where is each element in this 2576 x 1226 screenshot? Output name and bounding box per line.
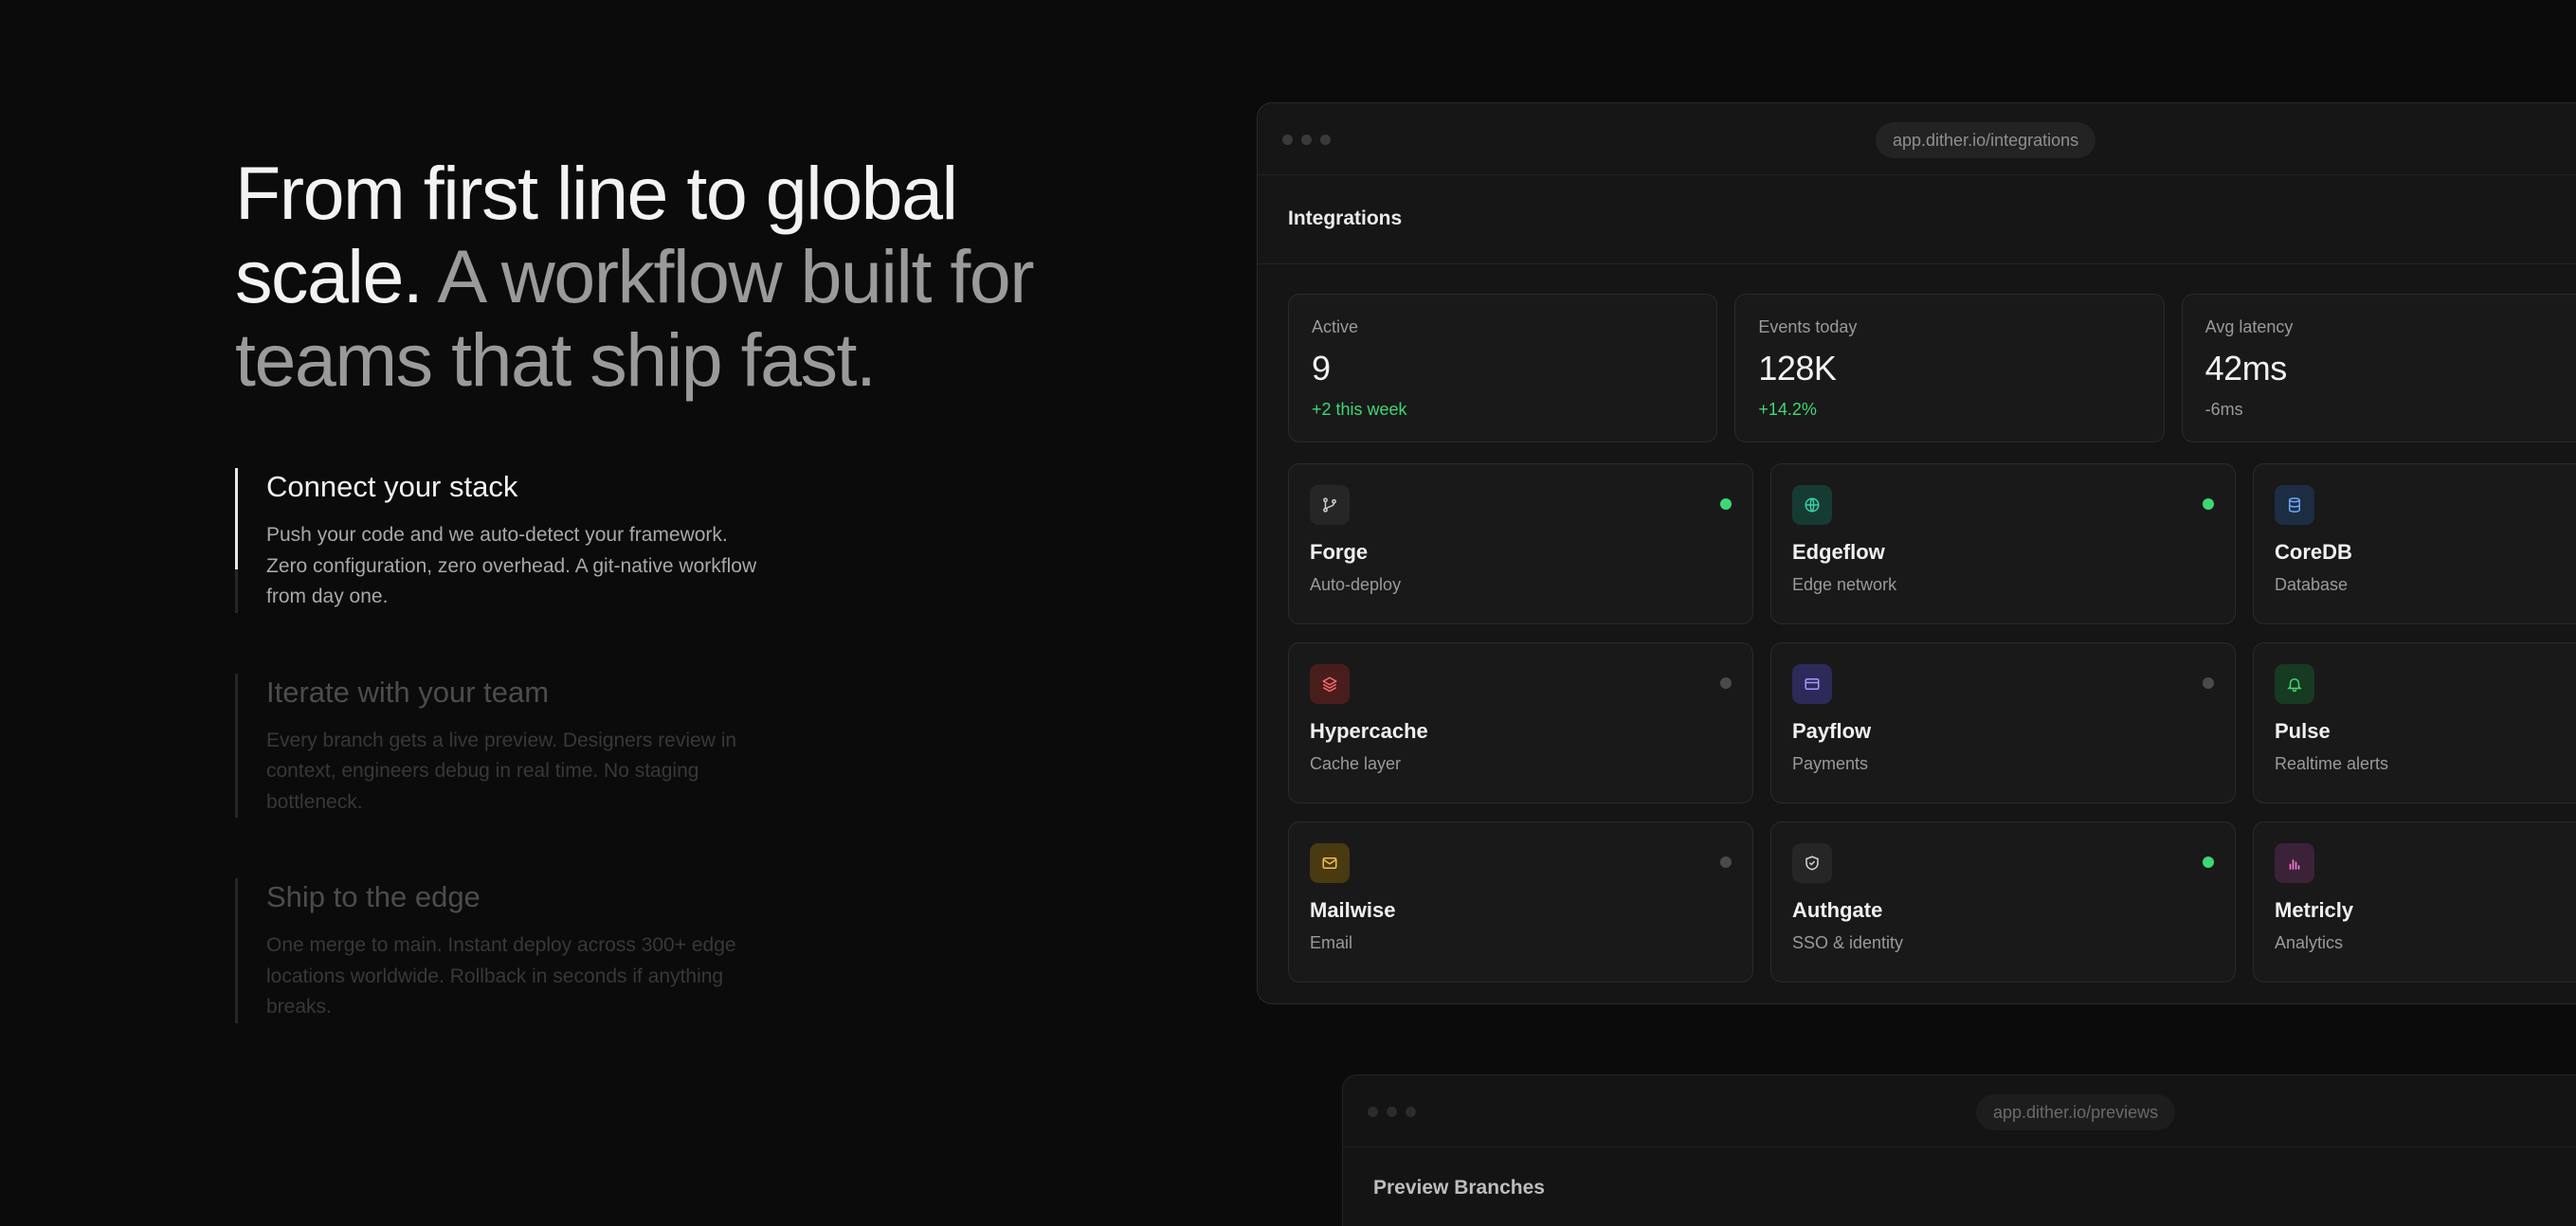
integration-card-coredb[interactable]: CoreDB Database [2253,463,2576,624]
integration-name: Pulse [2275,719,2331,743]
feature-description: Push your code and we auto-detect your f… [266,524,757,607]
integration-card-mailwise[interactable]: Mailwise Email [1288,821,1753,983]
feature-title: Iterate with your team [266,675,550,709]
stat-card-active: Active 9 +2 this week [1288,294,1718,442]
integrations-content: Active 9 +2 this week Events today 128K … [1258,264,2576,983]
stat-label: Active [1312,317,1359,336]
status-dot-icon [2203,856,2214,868]
stat-value: 42ms [2204,349,2288,388]
feature-title: Connect your stack [266,470,518,503]
feature-iterate-team[interactable]: Iterate with your team Every branch gets… [235,673,766,818]
integration-subtitle: SSO & identity [1792,933,1904,952]
mail-icon [1310,843,1350,883]
address-bar[interactable]: app.dither.io/integrations [1876,122,2096,158]
integration-name: Hypercache [1310,719,1428,743]
page-title: Integrations [1288,207,1403,229]
shield-icon [1792,843,1832,883]
database-icon [2275,485,2314,525]
stats-row: Active 9 +2 this week Events today 128K … [1288,294,2576,442]
integration-name: CoreDB [2275,540,2352,564]
credit-card-icon [1792,664,1832,704]
stat-card-events: Events today 128K +14.2% [1734,294,2165,442]
status-dot-icon [2203,498,2214,510]
status-dot-icon [1720,856,1732,868]
layers-icon [1310,664,1350,704]
page-title: Preview Branches [1373,1177,1545,1199]
feature-description: Every branch gets a live preview. Design… [266,729,737,813]
feature-list: Connect your stack Push your code and we… [235,468,766,1086]
integration-card-payflow[interactable]: Payflow Payments [1770,642,2236,803]
stat-delta: -6ms [2204,400,2243,419]
window-controls [1368,1107,1416,1117]
stat-card-latency: Avg latency 42ms -6ms [2181,294,2576,442]
feature-progress-bar [235,468,238,613]
page: From first line to global scale. A workf… [0,0,2576,1226]
stat-delta: +2 this week [1312,400,1407,419]
status-dot-icon [1720,677,1732,689]
integration-card-forge[interactable]: Forge Auto-deploy [1288,463,1753,624]
integration-card-hypercache[interactable]: Hypercache Cache layer [1288,642,1753,803]
browser-window-integrations: app.dither.io/integrations Integrations … [1257,102,2576,1004]
window-dot-icon [1301,135,1312,145]
feature-progress-bar [235,673,238,818]
window-dot-icon [1387,1107,1397,1117]
address-bar[interactable]: app.dither.io/previews [1976,1094,2176,1130]
feature-progress-bar [235,878,238,1023]
stat-label: Events today [1758,317,1858,336]
stat-value: 9 [1312,349,1331,388]
window-dot-icon [1282,135,1293,145]
status-dot-icon [1720,498,1732,510]
hero-headline: From first line to global scale. A workf… [235,152,1088,402]
integration-subtitle: Analytics [2275,933,2344,952]
feature-ship-edge[interactable]: Ship to the edge One merge to main. Inst… [235,878,766,1023]
integration-subtitle: Payments [1792,754,1869,773]
git-branch-icon [1310,485,1350,525]
integrations-grid: Forge Auto-deploy Edgeflow Edge network [1288,463,2576,983]
window-dot-icon [1320,135,1331,145]
integration-subtitle: Realtime alerts [2275,754,2389,773]
status-dot-icon [2203,677,2214,689]
app-header: Integrations [1258,175,2576,264]
integration-card-pulse[interactable]: Pulse Realtime alerts [2253,642,2576,803]
globe-icon [1792,485,1832,525]
bar-chart-icon [2275,843,2314,883]
integration-name: Payflow [1792,719,1872,743]
browser-titlebar: app.dither.io/integrations [1258,103,2576,175]
integration-subtitle: Email [1310,933,1353,952]
integration-subtitle: Auto-deploy [1310,575,1402,594]
browser-window-previews: app.dither.io/previews Preview Branches [1342,1074,2576,1226]
feature-title: Ship to the edge [266,880,481,913]
window-dot-icon [1368,1107,1378,1117]
integration-card-metricly[interactable]: Metricly Analytics [2253,821,2576,983]
stat-label: Avg latency [2204,317,2294,336]
window-controls [1282,135,1331,145]
feature-connect-stack[interactable]: Connect your stack Push your code and we… [235,468,766,613]
browser-titlebar: app.dither.io/previews [1343,1075,2576,1147]
integration-card-edgeflow[interactable]: Edgeflow Edge network [1770,463,2236,624]
integration-subtitle: Edge network [1792,575,1897,594]
stat-delta: +14.2% [1758,400,1817,419]
integration-name: Mailwise [1310,898,1396,922]
integration-subtitle: Cache layer [1310,754,1402,773]
bell-icon [2275,664,2314,704]
stat-value: 128K [1758,349,1837,388]
integration-name: Edgeflow [1792,540,1885,564]
integration-subtitle: Database [2275,575,2349,594]
integration-card-authgate[interactable]: Authgate SSO & identity [1770,821,2236,983]
window-dot-icon [1406,1107,1416,1117]
feature-description: One merge to main. Instant deploy across… [266,934,736,1018]
integration-name: Authgate [1792,898,1883,922]
integration-name: Metricly [2275,898,2354,922]
integration-name: Forge [1310,540,1369,564]
